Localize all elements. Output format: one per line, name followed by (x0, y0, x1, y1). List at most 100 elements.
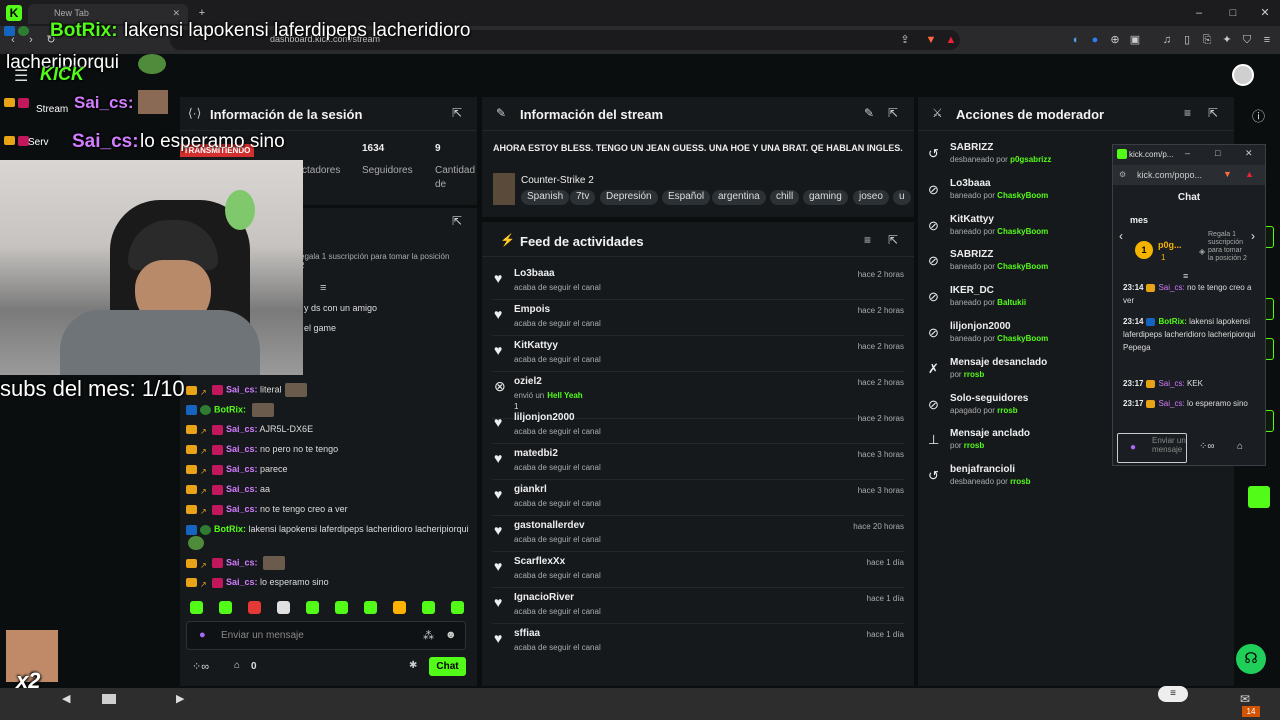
quick-emote-icon[interactable] (306, 601, 319, 614)
chat-message[interactable]: ↗ Sai_cs: literal (186, 383, 476, 397)
extension-icon[interactable]: ● (1088, 33, 1102, 47)
quick-emote-icon[interactable] (190, 601, 203, 614)
share-icon[interactable]: ⇪ (898, 33, 912, 47)
feed-username[interactable]: ScarflexXx (514, 556, 565, 567)
mic-icon[interactable]: ● (1130, 442, 1136, 453)
chat-username[interactable]: Sai_cs: (1158, 399, 1184, 408)
mod-action-item[interactable]: ↺ benjafrancioli desbaneado por rrosb (918, 462, 1118, 498)
mod-target[interactable]: IKER_DC (950, 285, 994, 296)
mod-action-item[interactable]: ⊘ KitKattyy baneado por ChaskyBoom (918, 212, 1118, 248)
tag-chip[interactable]: u (893, 190, 911, 205)
tag-chip[interactable]: chill (770, 190, 800, 205)
channel-points-icon[interactable]: ⁘∞ (1199, 441, 1215, 452)
filter-icon[interactable]: ≡ (1184, 106, 1191, 120)
support-chat-icon[interactable]: ☊ (1236, 644, 1266, 674)
music-icon[interactable]: ♫ (1160, 33, 1174, 47)
feed-item[interactable]: ⊗ oziel2 envió un Hell Yeah 1 hace 2 horas (482, 372, 914, 419)
mic-icon[interactable]: ● (199, 629, 206, 641)
mod-actor[interactable]: rrosb (964, 441, 984, 450)
emote-picker-icon[interactable]: ⁂ (423, 629, 434, 642)
close-window-icon[interactable]: ✕ (1258, 6, 1272, 20)
chat-message[interactable]: ↗ Sai_cs: no te tengo creo a ver (186, 503, 476, 516)
feed-username[interactable]: giankrl (514, 484, 547, 495)
popout-icon[interactable]: ⇱ (452, 106, 462, 120)
chat-message[interactable]: ↗ Sai_cs: lo esperamo sino (186, 576, 476, 589)
prev-icon[interactable]: ◀ (62, 692, 70, 705)
maximize-icon[interactable]: □ (1226, 6, 1240, 20)
send-chat-button[interactable]: Chat (429, 657, 466, 676)
mod-actor[interactable]: rrosb (997, 406, 1017, 415)
mod-action-item[interactable]: ⊥ Mensaje anclado por rrosb (918, 426, 1118, 462)
chat-message[interactable]: ↗ Sai_cs: no pero no te tengo (186, 443, 476, 456)
quick-emote-icon[interactable] (248, 601, 261, 614)
mod-actor[interactable]: ChaskyBoom (997, 191, 1048, 200)
feed-item[interactable]: ♥ Lo3baaa acaba de seguir el canal hace 2 h… (482, 264, 914, 300)
info-icon[interactable]: ⓘ (1252, 106, 1265, 125)
feed-username[interactable]: gastonallerdev (514, 520, 585, 531)
feed-username[interactable]: liljonjon2000 (514, 412, 575, 423)
category-name[interactable]: Counter-Strike 2 (521, 175, 594, 186)
quick-action-button[interactable] (1248, 486, 1270, 508)
sidebar-toggle-icon[interactable]: ▯ (1180, 33, 1194, 47)
mod-target[interactable]: Lo3baaa (950, 178, 991, 189)
feed-item[interactable]: ♥ Empois acaba de seguir el canal hace 2 ho… (482, 300, 914, 336)
mod-target[interactable]: Mensaje desanclado (950, 357, 1047, 368)
tag-chip[interactable]: argentina (712, 190, 766, 205)
audio-icon[interactable]: ◖ (1068, 33, 1082, 47)
popout-icon[interactable]: ⇱ (888, 106, 898, 120)
mod-target[interactable]: Solo-seguidores (950, 393, 1028, 404)
tag-chip[interactable]: joseo (853, 190, 889, 205)
stream-nav-label[interactable]: Stream (36, 104, 68, 115)
mod-target[interactable]: Mensaje anclado (950, 428, 1030, 439)
popup-chat-input[interactable]: ● Enviar un mensaje (1117, 433, 1187, 463)
chat-username[interactable]: Sai_cs: (226, 444, 258, 454)
chat-message[interactable]: ↗ Sai_cs: AJR5L-DX6E (186, 423, 476, 436)
server-nav-label[interactable]: Serv (28, 137, 49, 148)
mod-action-item[interactable]: ✗ Mensaje desanclado por rrosb (918, 355, 1118, 391)
brave-rewards-icon[interactable]: ▲ (1245, 169, 1254, 179)
mod-actor[interactable]: ChaskyBoom (997, 334, 1048, 343)
chat-username[interactable]: Sai_cs: (226, 484, 258, 494)
feed-item[interactable]: ♥ sffiaa acaba de seguir el canal hace 1 dí… (482, 624, 914, 660)
feed-item[interactable]: ♥ ScarflexXx acaba de seguir el canal hace … (482, 552, 914, 588)
brave-shield-icon[interactable]: ▼ (924, 33, 938, 47)
chat-username[interactable]: Sai_cs: (226, 384, 258, 394)
mod-actor[interactable]: rrosb (964, 370, 984, 379)
feed-username[interactable]: Lo3baaa (514, 268, 555, 279)
vpn-icon[interactable]: ⛉ (1240, 33, 1254, 47)
feed-username[interactable]: matedbi2 (514, 448, 558, 459)
chat-username[interactable]: Sai_cs: (226, 464, 258, 474)
feed-username[interactable]: oziel2 (514, 376, 542, 387)
chat-username[interactable]: Sai_cs: (1158, 283, 1184, 292)
next-arrow-icon[interactable]: › (1251, 229, 1255, 243)
chat-username[interactable]: Sai_cs: (226, 504, 258, 514)
extension-icon[interactable]: ▣ (1128, 33, 1142, 47)
chat-username[interactable]: Sai_cs: (226, 424, 258, 434)
mod-action-item[interactable]: ⊘ IKER_DC baneado por Baltukii (918, 283, 1118, 319)
tag-chip[interactable]: Depresión (600, 190, 658, 205)
feed-item[interactable]: ♥ liljonjon2000 acaba de seguir el canal ha… (482, 408, 914, 444)
mod-actor[interactable]: p0gsabrizz (1010, 155, 1051, 164)
next-icon[interactable]: ▶ (176, 692, 184, 705)
mail-icon[interactable]: ✉ (1240, 692, 1250, 706)
chat-popout-icon[interactable]: ⇱ (452, 214, 462, 228)
mod-target[interactable]: liljonjon2000 (950, 321, 1011, 332)
site-settings-icon[interactable]: ⚙ (1119, 170, 1126, 179)
quick-emote-icon[interactable] (335, 601, 348, 614)
feed-username[interactable]: KitKattyy (514, 340, 558, 351)
mod-target[interactable]: KitKattyy (950, 214, 994, 225)
quick-emote-icon[interactable] (393, 601, 406, 614)
chat-username[interactable]: Sai_cs: (1158, 379, 1184, 388)
chat-username[interactable]: Sai_cs: (226, 557, 258, 567)
feed-item[interactable]: ♥ IgnacioRiver acaba de seguir el canal hac… (482, 588, 914, 624)
mod-target[interactable]: benjafrancioli (950, 464, 1015, 475)
chat-username[interactable]: BotRix: (214, 524, 246, 534)
collapse-icon[interactable]: ≡ (320, 282, 326, 294)
tag-chip[interactable]: 7tv (570, 190, 596, 205)
maximize-icon[interactable]: □ (1215, 148, 1220, 158)
quick-emote-icon[interactable] (364, 601, 377, 614)
channel-points-icon[interactable]: ⁘∞ (192, 660, 209, 673)
chat-message[interactable]: BotRix: lakensi lapokensi laferdipeps la… (186, 523, 476, 550)
feed-item[interactable]: ♥ giankrl acaba de seguir el canal hace 3 h… (482, 480, 914, 516)
minimize-icon[interactable]: – (1192, 6, 1206, 20)
